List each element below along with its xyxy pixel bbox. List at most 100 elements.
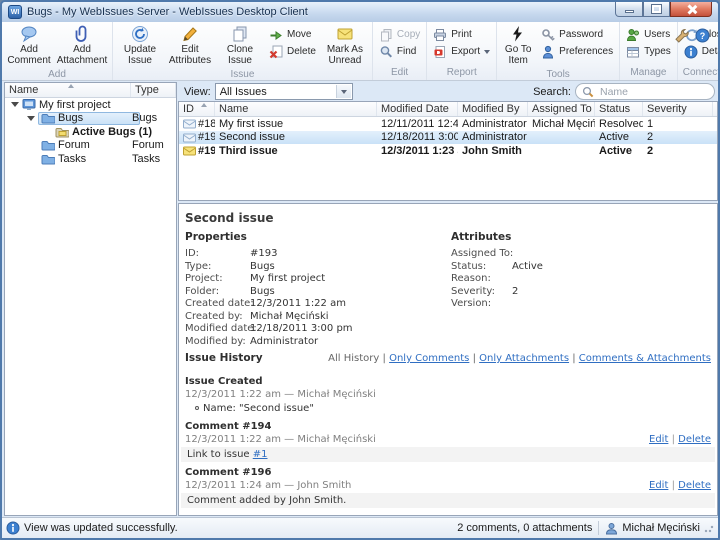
ribbon-group-issue: Update Issue Edit Attributes Clone Issue… (113, 22, 373, 80)
table-icon (626, 45, 640, 59)
ribbon-group-edit: Copy Find Edit (373, 22, 427, 80)
app-window: WI Bugs - My WebIssues Server - WebIssue… (0, 0, 720, 540)
lightning-icon (509, 25, 527, 43)
delete-button[interactable]: Delete (265, 43, 320, 60)
tree-column-name[interactable]: Name (5, 83, 131, 97)
details-button[interactable]: Details (680, 43, 720, 60)
collapse-arrow-icon[interactable] (27, 116, 35, 121)
attribute-label: Reason: (451, 273, 512, 286)
column-severity[interactable]: Severity (643, 102, 713, 116)
person-gear-icon (541, 45, 555, 59)
property-label: Project: (185, 273, 250, 286)
filter-comments-attachments-link[interactable]: Comments & Attachments (579, 353, 711, 364)
attribute-label: Status: (451, 261, 512, 274)
column-name[interactable]: Name (215, 102, 377, 116)
column-id[interactable]: ID (179, 102, 215, 116)
print-button[interactable]: Print (429, 26, 494, 43)
tree-item-project[interactable]: My first project (5, 98, 176, 112)
property-value: My first project (250, 273, 325, 286)
collapse-arrow-icon[interactable] (11, 102, 19, 107)
issue-row[interactable]: #188 My first issue 12/11/2011 12:46 pm … (179, 117, 717, 131)
tree-type-value: Bugs (132, 112, 157, 124)
tree-type-value: Forum (132, 139, 164, 151)
unread-envelope-icon (183, 145, 196, 156)
tree-item-forum[interactable]: Forum Forum (5, 139, 176, 153)
preferences-button[interactable]: Preferences (537, 43, 617, 60)
delete-x-icon (269, 45, 283, 59)
view-select[interactable]: All Issues (215, 83, 353, 100)
comment-icon (20, 25, 38, 43)
edit-attributes-button[interactable]: Edit Attributes (165, 23, 215, 69)
tree-item-tasks[interactable]: Tasks Tasks (5, 152, 176, 166)
filter-only-comments-link[interactable]: Only Comments (389, 353, 469, 364)
delete-comment-link[interactable]: Delete (678, 434, 711, 445)
ribbon-group-report: Print Export Report (427, 22, 497, 80)
edit-comment-link[interactable]: Edit (649, 434, 668, 445)
help-icon[interactable]: ? (695, 28, 710, 43)
attachment-icon (73, 25, 91, 43)
attribute-value: 2 (512, 286, 518, 299)
search-input[interactable] (598, 85, 708, 99)
mark-as-unread-button[interactable]: Mark As Unread (320, 23, 370, 69)
event-title: Issue Created (185, 376, 263, 387)
find-button[interactable]: Find (375, 43, 424, 60)
column-assigned-to[interactable]: Assigned To (528, 102, 595, 116)
folder-icon (41, 112, 55, 124)
close-window-button[interactable] (670, 2, 712, 17)
refresh-icon (131, 25, 149, 43)
sort-ascending-icon (201, 103, 207, 107)
filter-all-history[interactable]: All History (328, 353, 379, 364)
comment-meta: 12/3/2011 1:22 am — Michał Męciński (185, 434, 376, 445)
window-title: Bugs - My WebIssues Server - WebIssues D… (27, 6, 308, 18)
edit-comment-link[interactable]: Edit (649, 480, 668, 491)
tree-item-bugs[interactable]: Bugs Bugs (5, 112, 176, 126)
settings-wrench-icon[interactable] (674, 28, 689, 43)
property-label: Type: (185, 261, 250, 274)
maximize-button[interactable] (643, 2, 670, 17)
project-icon (22, 98, 36, 111)
issue-link[interactable]: #1 (253, 449, 268, 460)
issues-list-panel: ID Name Modified Date Modified By Assign… (178, 101, 718, 201)
delete-comment-link[interactable]: Delete (678, 480, 711, 491)
group-label-tools: Tools (499, 69, 617, 81)
maximize-icon (652, 5, 661, 13)
tree-column-type[interactable]: Type (131, 83, 176, 97)
issue-row-selected[interactable]: #193 Second issue 12/18/2011 3:00 pm Adm… (179, 131, 717, 145)
info-icon (6, 521, 20, 535)
types-button[interactable]: Types (622, 43, 675, 60)
event-change: Name: "Second issue" (203, 403, 314, 414)
password-button[interactable]: Password (537, 26, 617, 43)
export-button[interactable]: Export (429, 43, 494, 60)
attributes-heading: Attributes (451, 231, 543, 243)
copy-button[interactable]: Copy (375, 26, 424, 43)
read-envelope-icon (183, 132, 196, 143)
property-label: ID: (185, 248, 250, 261)
users-button[interactable]: Users (622, 26, 675, 43)
property-label: Folder: (185, 286, 250, 299)
property-value: 12/18/2011 3:00 pm (250, 323, 353, 336)
update-issue-button[interactable]: Update Issue (115, 23, 165, 69)
minimize-icon (625, 10, 634, 13)
move-button[interactable]: Move (265, 26, 320, 43)
group-label-issue: Issue (115, 69, 370, 81)
resize-grip[interactable] (704, 523, 714, 533)
add-comment-button[interactable]: Add Comment (4, 23, 54, 69)
search-box[interactable] (575, 83, 715, 100)
status-bar: View was updated successfully. 2 comment… (2, 517, 718, 538)
issue-row-unread[interactable]: #195 Third issue 12/3/2011 1:23 am John … (179, 144, 717, 158)
attribute-value: Active (512, 261, 543, 274)
minimize-button[interactable] (615, 2, 643, 17)
comment-meta: 12/3/2011 1:24 am — John Smith (185, 480, 351, 491)
key-icon (541, 28, 555, 42)
tree-item-active-bugs[interactable]: Active Bugs (1) (5, 125, 176, 139)
column-modified-by[interactable]: Modified By (458, 102, 528, 116)
column-status[interactable]: Status (595, 102, 643, 116)
clone-issue-button[interactable]: Clone Issue (215, 23, 265, 69)
go-to-item-button[interactable]: Go To Item (499, 23, 537, 69)
ribbon-group-manage: Users Types Manage (620, 22, 678, 80)
user-icon (605, 522, 618, 535)
column-modified-date[interactable]: Modified Date (377, 102, 458, 116)
filter-only-attachments-link[interactable]: Only Attachments (479, 353, 569, 364)
issue-title: Second issue (185, 211, 274, 225)
add-attachment-button[interactable]: Add Attachment (54, 23, 110, 69)
